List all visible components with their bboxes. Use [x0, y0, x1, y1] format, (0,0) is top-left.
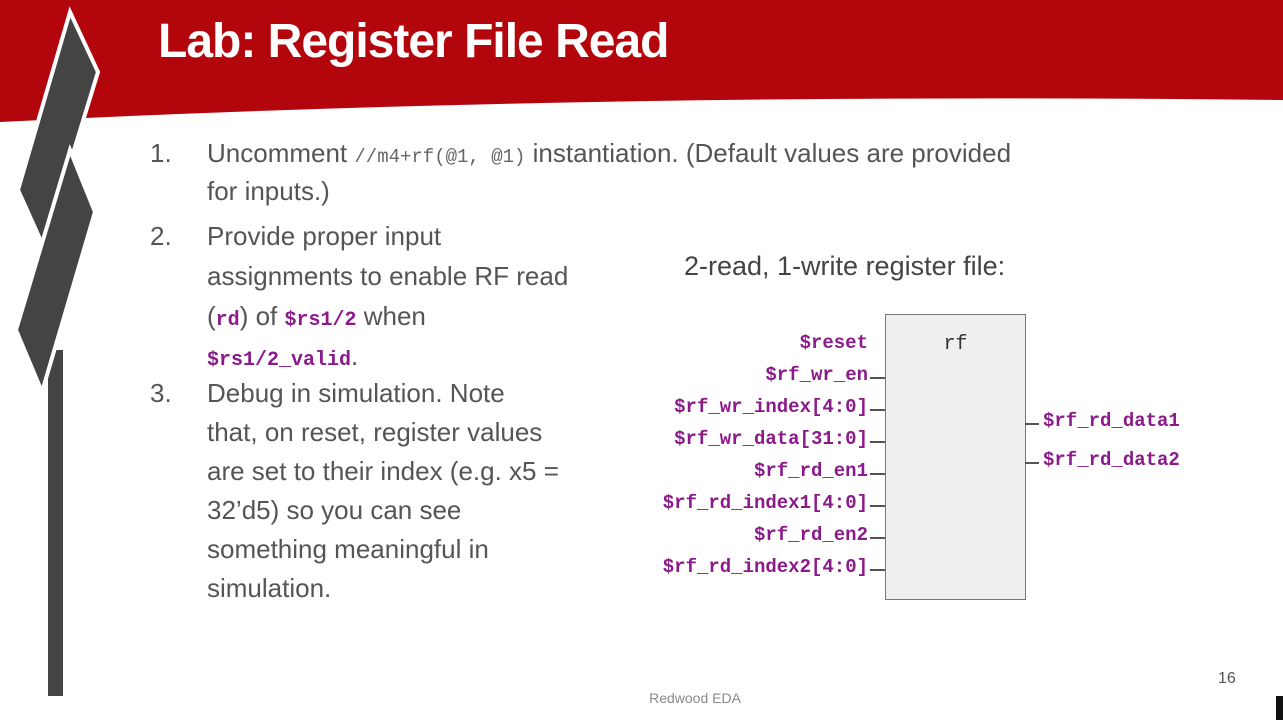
step-3-line-1: Debug in simulation. Note	[207, 378, 505, 408]
step-1-line-2: for inputs.)	[207, 176, 330, 206]
decorative-arrow-graphic	[13, 6, 101, 696]
register-file-block: rf	[885, 314, 1026, 600]
step-text: when	[356, 301, 426, 331]
step-2-line-2: assignments to enable RF read	[207, 261, 569, 291]
slide-title: Lab: Register File Read	[158, 15, 669, 68]
input-signal-rf-rd-en1: $rf_rd_en1	[753, 460, 868, 482]
slide: Lab: Register File Read 1. Uncomment //m…	[0, 0, 1283, 720]
step-3-line-5: something meaningful in	[207, 534, 489, 564]
input-signal-rf-rd-en2: $rf_rd_en2	[753, 524, 868, 546]
output-wire	[1025, 462, 1039, 464]
output-signal-rf-rd-data1: $rf_rd_data1	[1043, 410, 1180, 432]
output-signal-rf-rd-data2: $rf_rd_data2	[1043, 449, 1180, 471]
corner-mark	[1276, 696, 1283, 720]
input-signal-rf-wr-data: $rf_wr_data[31:0]	[674, 428, 868, 450]
footer-credit: Redwood EDA	[649, 690, 741, 706]
signal-name: $rs1/2	[284, 309, 357, 332]
step-number: 2.	[150, 221, 172, 251]
block-label: rf	[943, 333, 968, 356]
input-signal-rf-wr-en: $rf_wr_en	[765, 364, 868, 386]
step-text: Uncomment	[207, 138, 355, 168]
step-number: 1.	[150, 138, 172, 168]
step-3-line-6: simulation.	[207, 573, 332, 603]
step-text: (	[207, 301, 216, 331]
input-signal-rf-rd-index2: $rf_rd_index2[4:0]	[662, 556, 868, 578]
page-number: 16	[1218, 670, 1236, 687]
step-2-line-1: Provide proper input	[207, 221, 442, 251]
step-3-line-2: that, on reset, register values	[207, 417, 543, 447]
code-snippet: rd	[215, 309, 240, 332]
signal-name: $rs1/2_valid	[207, 349, 352, 372]
input-signal-rf-rd-index1: $rf_rd_index1[4:0]	[662, 492, 868, 514]
code-snippet: //m4+rf(@1, @1)	[354, 146, 526, 168]
step-number: 3.	[150, 378, 172, 408]
step-text: ) of	[239, 301, 285, 331]
output-wire	[1025, 423, 1039, 425]
step-1-line-1: Uncomment //m4+rf(@1, @1) instantiation.…	[207, 138, 1011, 169]
step-text: .	[351, 341, 359, 371]
input-wire	[870, 377, 885, 379]
step-2-line-3: (rd) of $rs1/2 when	[207, 301, 426, 332]
input-wire	[870, 409, 885, 411]
input-wire	[870, 441, 885, 443]
diagram-title: 2-read, 1-write register file:	[684, 251, 1006, 281]
input-signal-reset: $reset	[799, 332, 868, 354]
step-2-line-4: $rs1/2_valid.	[207, 341, 358, 372]
step-text: instantiation. (Default values are provi…	[525, 138, 1012, 168]
step-3-line-3: are set to their index (e.g. x5 =	[207, 456, 559, 486]
step-3-line-4: 32’d5) so you can see	[207, 495, 462, 525]
input-wire	[870, 473, 885, 475]
input-signal-rf-wr-index: $rf_wr_index[4:0]	[674, 396, 868, 418]
input-wire	[870, 537, 885, 539]
input-wire	[870, 505, 885, 507]
input-wire	[870, 569, 885, 571]
